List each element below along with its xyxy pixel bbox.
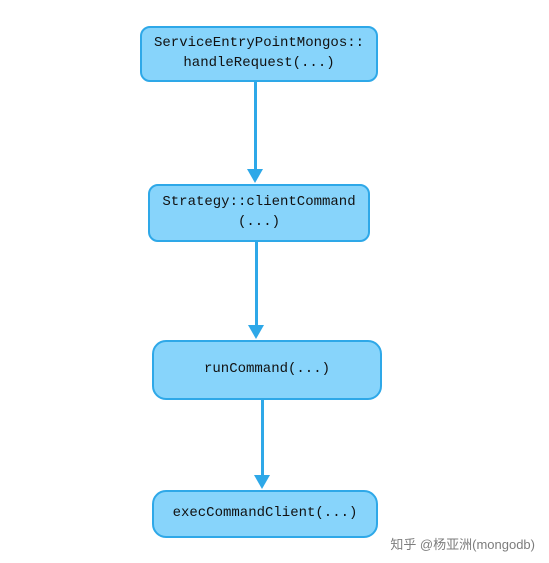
arrow-line [255, 242, 258, 326]
node-label: Strategy::clientCommand (...) [162, 193, 355, 232]
arrow-n2-to-n3 [248, 242, 264, 339]
flow-node-service-entry-point: ServiceEntryPointMongos:: handleRequest(… [140, 26, 378, 82]
flow-node-exec-command-client: execCommandClient(...) [152, 490, 378, 538]
arrow-n3-to-n4 [254, 400, 270, 489]
watermark-text: 知乎 @杨亚洲(mongodb) [390, 534, 535, 553]
node-label: ServiceEntryPointMongos:: handleRequest(… [154, 34, 364, 73]
node-label: runCommand(...) [204, 360, 330, 380]
arrow-head-icon [254, 475, 270, 489]
arrow-head-icon [247, 169, 263, 183]
flow-node-strategy-client-command: Strategy::clientCommand (...) [148, 184, 370, 242]
arrow-n1-to-n2 [247, 82, 263, 183]
node-label: execCommandClient(...) [173, 504, 358, 524]
flow-node-run-command: runCommand(...) [152, 340, 382, 400]
arrow-line [254, 82, 257, 170]
arrow-line [261, 400, 264, 476]
arrow-head-icon [248, 325, 264, 339]
